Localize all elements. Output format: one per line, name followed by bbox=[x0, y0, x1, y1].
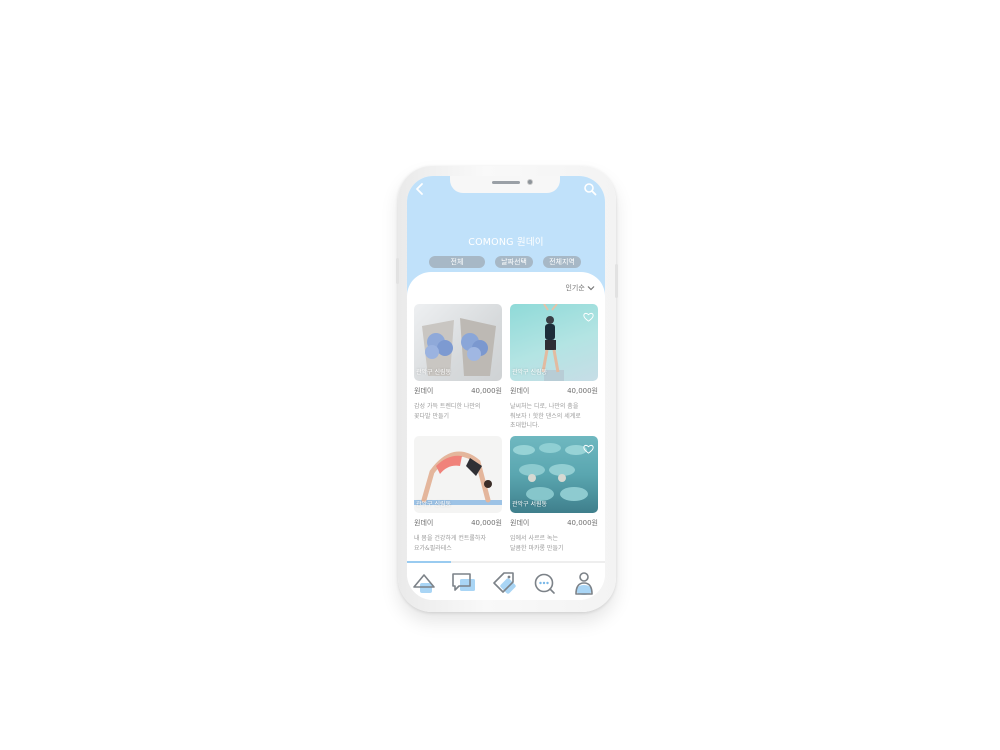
filter-region-chip[interactable]: 전체지역 bbox=[543, 256, 581, 268]
sort-dropdown[interactable]: 인기순 bbox=[565, 283, 595, 293]
chevron-down-icon bbox=[587, 286, 595, 291]
class-list: 인기순 관악구 신림동 원데이 40,000원 감성 가득 트렌디한 나만의 꽃… bbox=[407, 272, 605, 562]
app-screen: COMONG 원데이 전체 날짜선택 전체지역 인기순 관악구 신림동 원데이 … bbox=[407, 176, 605, 600]
class-description: 입에서 사르르 녹는 달콤한 마카롱 만들기 bbox=[510, 535, 564, 552]
power-button bbox=[615, 264, 618, 298]
page-title: COMONG 원데이 bbox=[468, 237, 544, 248]
filter-all-chip[interactable]: 전체 bbox=[429, 256, 485, 268]
search-icon[interactable] bbox=[583, 182, 597, 196]
heart-icon[interactable] bbox=[583, 444, 594, 454]
volume-button bbox=[396, 258, 399, 284]
speaker-grille bbox=[492, 181, 520, 184]
class-description: 감성 가득 트렌디한 나만의 꽃다발 만들기 bbox=[414, 403, 481, 420]
home-icon[interactable] bbox=[412, 570, 438, 596]
class-price: 40,000원 bbox=[471, 387, 502, 395]
filter-date-chip[interactable]: 날짜선택 bbox=[495, 256, 533, 268]
chevron-left-icon[interactable] bbox=[413, 182, 427, 196]
class-location: 관악구 신림동 bbox=[416, 501, 452, 508]
bottom-tab-bar bbox=[407, 563, 605, 600]
class-image: 관악구 신림동 bbox=[510, 304, 598, 381]
class-image: 관악구 신림동 bbox=[414, 304, 502, 381]
phone-frame: COMONG 원데이 전체 날짜선택 전체지역 인기순 관악구 신림동 원데이 … bbox=[396, 166, 618, 612]
class-price: 40,000원 bbox=[567, 387, 598, 395]
class-price: 40,000원 bbox=[567, 519, 598, 527]
class-location: 관악구 서원동 bbox=[512, 501, 548, 508]
class-name: 원데이 bbox=[414, 519, 434, 527]
class-location: 관악구 신림동 bbox=[416, 369, 452, 376]
class-description: 날씨처는 디로, 나만의 춤을 춰보자 ! 핫한 댄스의 세계로 초대합니다. bbox=[510, 403, 581, 429]
tag-icon[interactable] bbox=[491, 570, 517, 596]
class-description: 내 몸을 건강하게 컨트롤하자 요가&필라테스 bbox=[414, 535, 486, 552]
chat-icon[interactable] bbox=[451, 570, 477, 596]
class-price: 40,000원 bbox=[471, 519, 502, 527]
class-name: 원데이 bbox=[414, 387, 434, 395]
class-name: 원데이 bbox=[510, 387, 530, 395]
front-camera bbox=[527, 179, 533, 185]
more-chat-icon[interactable] bbox=[531, 570, 557, 596]
phone-notch bbox=[450, 176, 560, 193]
class-location: 관악구 신림동 bbox=[512, 369, 548, 376]
sort-label: 인기순 bbox=[565, 284, 585, 292]
class-name: 원데이 bbox=[510, 519, 530, 527]
class-image: 관악구 서원동 bbox=[510, 436, 598, 513]
profile-icon[interactable] bbox=[571, 570, 597, 596]
class-image: 관악구 신림동 bbox=[414, 436, 502, 513]
heart-icon[interactable] bbox=[583, 312, 594, 322]
